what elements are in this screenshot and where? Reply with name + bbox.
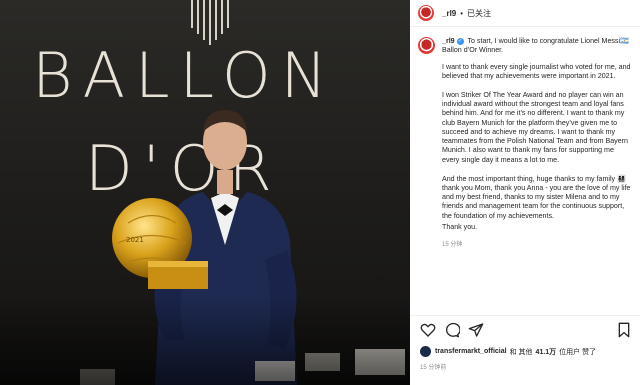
post-header: _rl9 • 已关注 (410, 0, 640, 27)
likes-summary: transfermarkt_official 和 其他 41.1万 位用户 赞了 (420, 346, 596, 357)
comment-icon[interactable] (444, 322, 460, 338)
bookmark-icon[interactable] (616, 322, 632, 338)
post-username[interactable]: _rl9 (442, 9, 456, 18)
caption-first-line: _rl9 ✓ To start, I would like to congratu… (442, 37, 632, 56)
likes-suffix: 位用户 赞了 (559, 348, 597, 356)
caption-username[interactable]: _rl9 (442, 37, 455, 45)
caption-first-text: To start, I would like to congratulate L… (442, 37, 629, 55)
caption-paragraph: I won Striker Of The Year Award and no p… (442, 90, 628, 164)
follow-status-button[interactable]: 已关注 (467, 8, 491, 19)
caption-paragraph: I want to thank every single journalist … (442, 62, 631, 80)
post-photo[interactable]: BALLON D'OR 2021 (0, 0, 410, 385)
separator-dot: • (460, 8, 464, 18)
share-icon[interactable] (468, 322, 484, 338)
post-side-panel: _rl9 • 已关注 _rl9 ✓ To start, I would like … (410, 0, 640, 385)
liker-username[interactable]: transfermarkt_official (435, 348, 507, 355)
caption-paragraph: And the most important thing, huge thank… (442, 174, 631, 220)
likes-count[interactable]: 41.1万 (536, 347, 557, 357)
svg-text:2021: 2021 (126, 236, 144, 244)
heart-icon[interactable] (420, 322, 436, 338)
caption-time: 15 分钟 (442, 242, 463, 249)
instagram-post: BALLON D'OR 2021 _rl9 • 已关注 _rl9 ✓ To st… (0, 0, 640, 385)
likes-middle-text: 和 其他 (509, 348, 533, 356)
liker-avatar[interactable] (420, 346, 431, 357)
caption-body: I want to thank every single journalist … (442, 63, 632, 232)
caption-avatar[interactable] (418, 37, 435, 54)
avatar[interactable] (418, 5, 434, 21)
ballon-dor-trophy: 2021 (112, 198, 208, 289)
caption-paragraph: Thank you. (442, 222, 478, 231)
post-caption: _rl9 ✓ To start, I would like to congratu… (418, 37, 632, 251)
action-bar (410, 315, 640, 344)
post-timestamp: 15 分钟前 (420, 365, 447, 371)
verified-icon: ✓ (456, 38, 464, 45)
backdrop-text-line1: BALLON (32, 39, 338, 112)
stage-shadow (0, 295, 410, 385)
